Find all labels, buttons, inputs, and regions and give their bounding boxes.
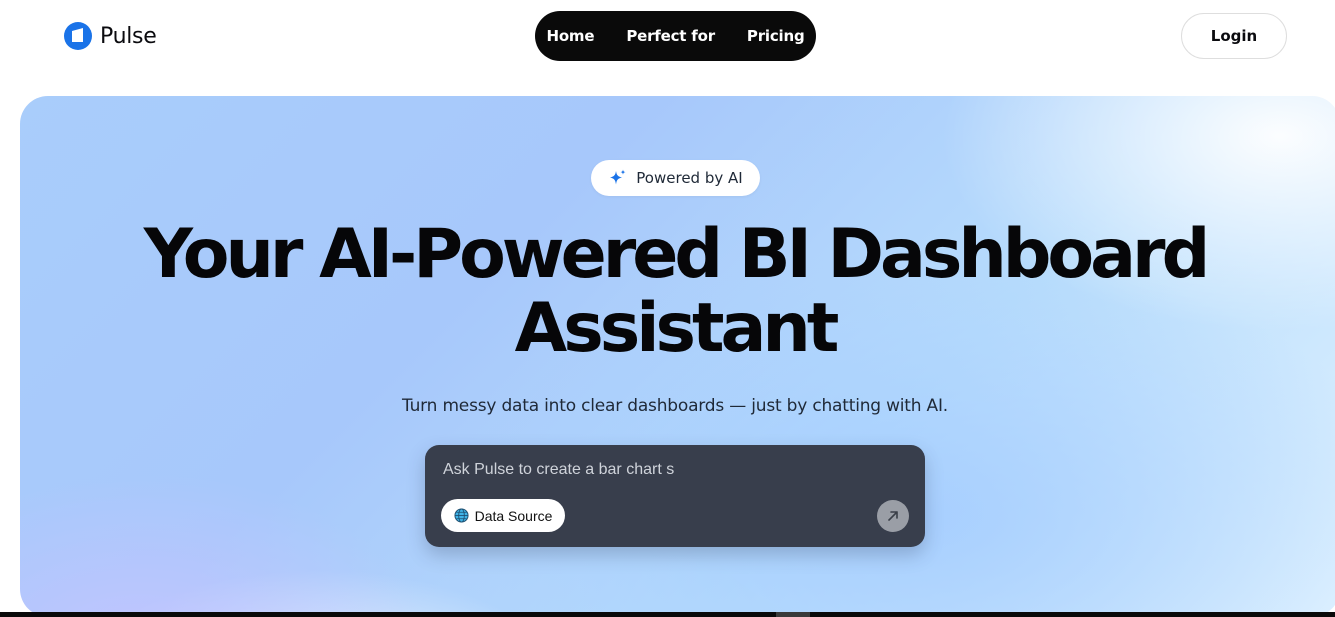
arrow-up-right-icon — [888, 511, 898, 521]
sparkle-icon — [610, 169, 626, 185]
login-button[interactable]: Login — [1181, 13, 1287, 59]
nav-item-perfect-for[interactable]: Perfect for — [626, 27, 715, 45]
brand-name: Pulse — [100, 23, 157, 49]
prompt-input[interactable] — [443, 459, 883, 481]
pulse-logo-icon — [64, 22, 92, 50]
globe-icon — [454, 508, 469, 523]
nav-item-home[interactable]: Home — [546, 27, 594, 45]
main-nav: Home Perfect for Pricing — [535, 11, 816, 61]
headline-line-1: Your AI-Powered BI Dashboard — [143, 215, 1210, 294]
scrollbar-thumb[interactable] — [776, 612, 810, 617]
brand-logo[interactable]: Pulse — [64, 22, 157, 50]
badge-label: Powered by AI — [636, 169, 743, 187]
data-source-label: Data Source — [474, 507, 553, 524]
data-source-button[interactable]: Data Source — [441, 499, 565, 532]
hero-section: Powered by AI Your AI-Powered BI Dashboa… — [20, 96, 1335, 617]
headline-line-2: Assistant — [514, 289, 840, 368]
horizontal-scrollbar[interactable] — [0, 612, 1335, 617]
site-header: Pulse Home Perfect for Pricing Login — [0, 0, 1335, 72]
hero-headline: Your AI-Powered BI Dashboard Assistant — [20, 218, 1330, 366]
prompt-box: Data Source — [425, 445, 925, 547]
nav-item-pricing[interactable]: Pricing — [747, 27, 805, 45]
powered-by-ai-badge: Powered by AI — [591, 160, 760, 196]
hero-subtitle: Turn messy data into clear dashboards — … — [402, 396, 948, 416]
send-button[interactable] — [877, 500, 909, 532]
